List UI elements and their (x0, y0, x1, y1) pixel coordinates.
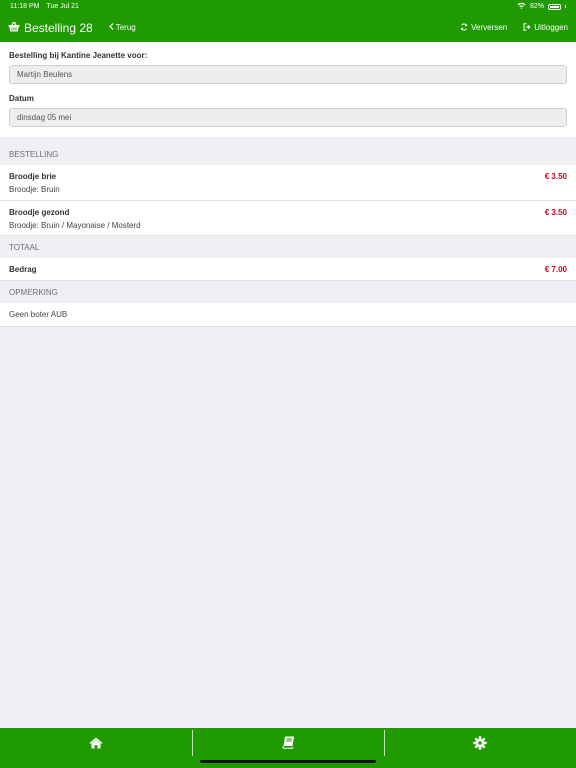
chevron-left-icon (108, 23, 114, 32)
date-value: dinsdag 05 mei (17, 113, 72, 122)
back-button[interactable]: Terug (108, 23, 136, 32)
order-item-name: Broodje gezond (9, 208, 70, 217)
logout-label: Uitloggen (534, 23, 568, 32)
order-item-price: € 3.50 (544, 172, 567, 181)
order-for-label: Bestelling bij Kantine Jeanette voor: (9, 51, 148, 60)
remark-section-header: OPMERKING (0, 281, 576, 303)
order-item[interactable]: Broodje brie Broodje: Bruin € 3.50 (0, 165, 576, 201)
total-section-header: TOTAAL (0, 236, 576, 258)
remark-row: Geen boter AUB (0, 303, 576, 327)
date-label: Datum (9, 94, 34, 103)
order-for-value: Martijn Beulens (17, 70, 73, 79)
order-item[interactable]: Broodje gezond Broodje: Bruin / Mayonais… (0, 201, 576, 236)
book-icon (281, 736, 295, 754)
refresh-label: Verversen (471, 23, 508, 32)
total-label: Bedrag (9, 264, 37, 274)
order-section-header: BESTELLING (0, 143, 576, 165)
gear-icon (473, 736, 487, 755)
logout-button[interactable]: Uitloggen (523, 22, 568, 33)
date-field[interactable]: dinsdag 05 mei (9, 108, 567, 127)
nav-bar: Bestelling 28 Terug Verversen Uitloggen (0, 13, 576, 42)
home-icon (89, 736, 103, 754)
wifi-icon (517, 2, 526, 11)
page-title: Bestelling 28 (24, 20, 93, 35)
battery-percentage: 82% (529, 3, 544, 10)
status-date: Tue Jul 21 (46, 3, 79, 10)
nav-title: Bestelling 28 (8, 21, 93, 35)
order-item-name: Broodje brie (9, 172, 57, 181)
total-amount: € 7.00 (544, 265, 567, 274)
order-form: Bestelling bij Kantine Jeanette voor: Ma… (0, 42, 576, 137)
refresh-icon (460, 22, 468, 33)
total-section-title: TOTAAL (9, 242, 40, 252)
order-item-details: Broodje: Bruin (9, 185, 60, 194)
tab-home[interactable] (0, 728, 192, 768)
tab-settings[interactable] (384, 728, 576, 768)
battery-nub (565, 5, 566, 8)
basket-icon (8, 21, 20, 35)
home-indicator (200, 760, 376, 763)
logout-icon (523, 22, 531, 33)
refresh-button[interactable]: Verversen (460, 22, 508, 33)
order-item-details: Broodje: Bruin / Mayonaise / Mosterd (9, 221, 141, 230)
order-item-price: € 3.50 (544, 208, 567, 217)
status-bar: 11:18 PM Tue Jul 21 82% (0, 0, 576, 13)
status-time: 11:18 PM (10, 3, 40, 10)
order-for-field[interactable]: Martijn Beulens (9, 65, 567, 84)
back-label: Terug (115, 23, 136, 32)
order-section-title: BESTELLING (9, 149, 59, 159)
total-row: Bedrag € 7.00 (0, 258, 576, 281)
remark-section-title: OPMERKING (9, 287, 58, 297)
battery-icon (548, 3, 561, 10)
remark-text: Geen boter AUB (9, 310, 68, 319)
